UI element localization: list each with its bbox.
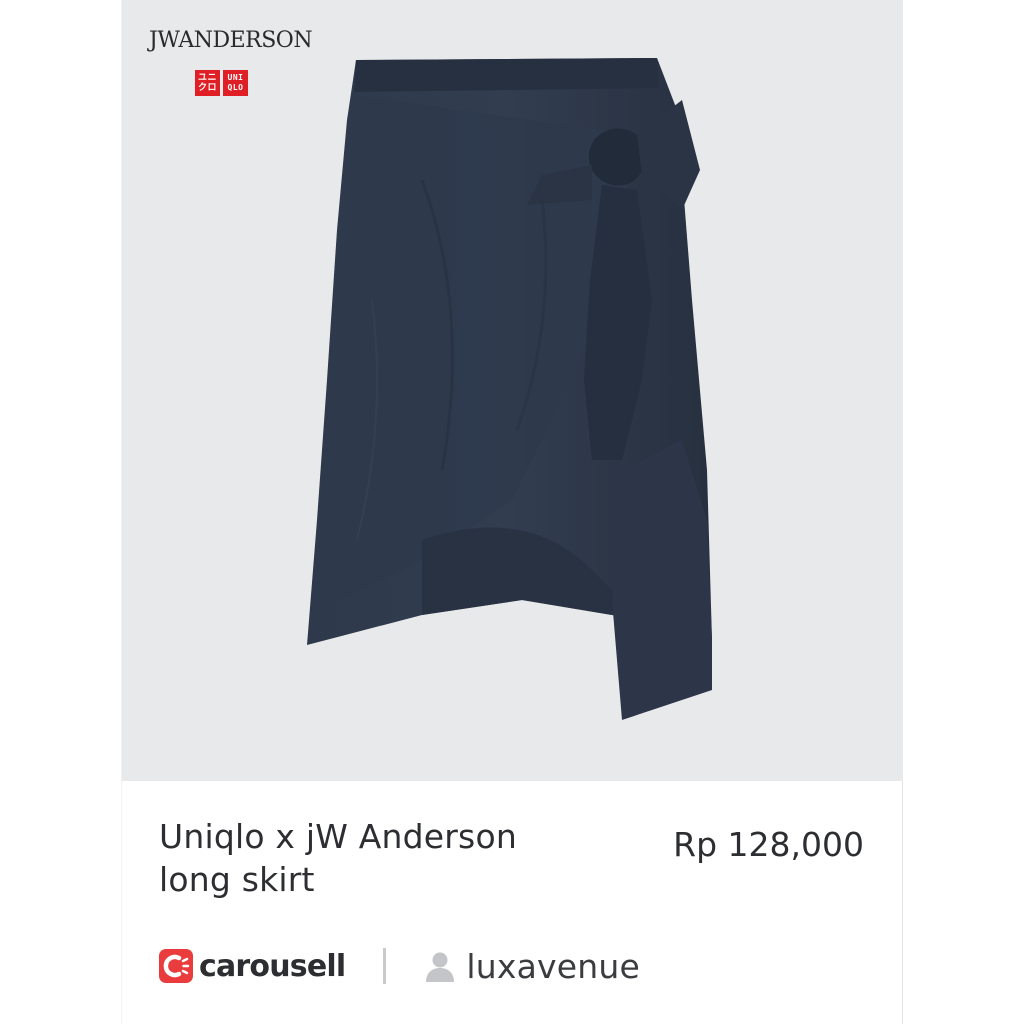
listing-title-line2: long skirt [159, 860, 315, 899]
carousell-wordmark: carousell [199, 948, 346, 984]
footer-divider [383, 948, 387, 984]
product-photo[interactable]: JWANDERSON ユニ クロ UNI QLO [122, 0, 903, 781]
listing-card[interactable]: JWANDERSON ユニ クロ UNI QLO Uniqlo x jW And… [121, 0, 903, 1024]
listing-footer: carousell luxavenue [159, 944, 640, 988]
user-icon [423, 949, 457, 983]
listing-title-line1: Uniqlo x jW Anderson [159, 817, 517, 856]
listing-title[interactable]: Uniqlo x jW Anderson long skirt [159, 815, 579, 901]
carousell-logo-icon [159, 949, 193, 983]
seller-name[interactable]: luxavenue [466, 947, 640, 986]
listing-price: Rp 128,000 [673, 825, 864, 864]
navy-wrap-skirt-image [307, 58, 712, 720]
